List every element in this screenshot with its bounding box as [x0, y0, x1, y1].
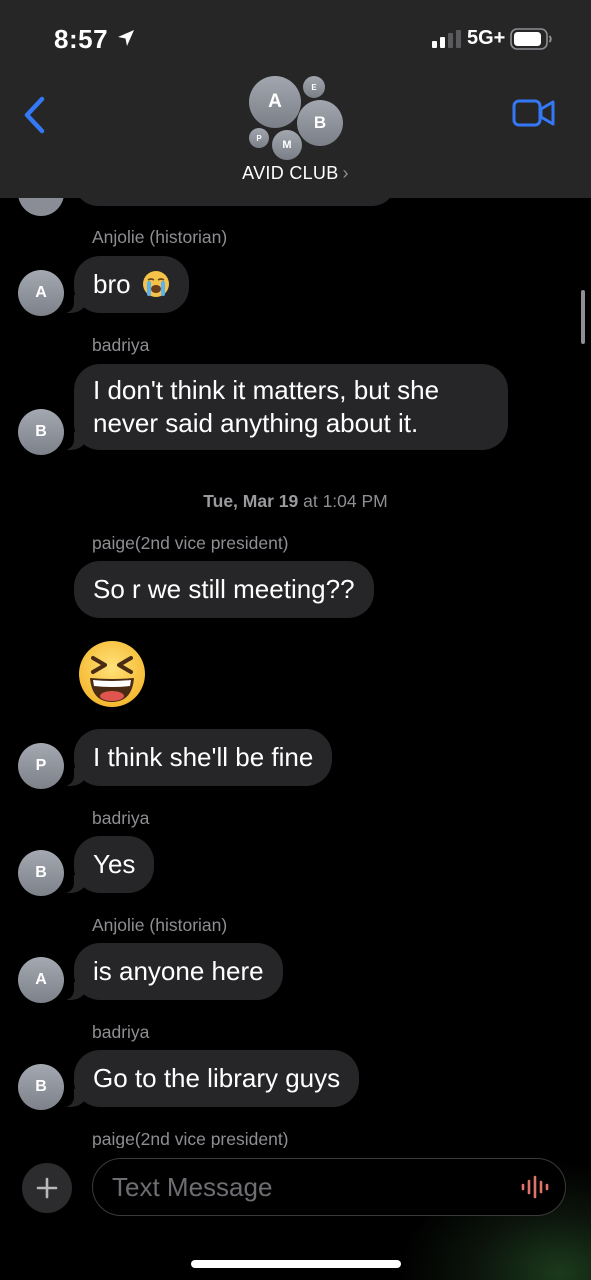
group-avatar-m: M [272, 130, 302, 160]
video-call-icon[interactable] [512, 98, 556, 128]
message-text: Yes [93, 849, 136, 879]
message-bubble[interactable]: So r we still meeting?? [74, 561, 374, 618]
message-thread[interactable]: Anjolie (historian) bro A badriya I don'… [0, 198, 591, 1148]
message-text: So r we still meeting?? [93, 574, 355, 604]
sender-name: badriya [92, 808, 150, 828]
sender-name: badriya [92, 1022, 150, 1042]
network-label: 5G+ [467, 27, 506, 49]
sender-name: badriya [92, 335, 150, 355]
back-chevron-icon[interactable] [20, 95, 48, 135]
group-avatar-cluster[interactable]: A E B P M [240, 70, 352, 164]
plus-icon [36, 1177, 58, 1199]
group-name[interactable]: AVID CLUB › [0, 163, 591, 184]
avatar[interactable]: A [18, 270, 64, 316]
loudly-crying-face-icon [142, 271, 169, 297]
message-composer [0, 1148, 591, 1280]
message-bubble[interactable]: Yes [63, 836, 155, 893]
message-bubble[interactable]: Go to the library guys [63, 1050, 360, 1107]
grinning-squinting-face-icon[interactable] [76, 638, 148, 710]
plus-button[interactable] [22, 1163, 72, 1213]
timestamp-divider: Tue, Mar 19 at 1:04 PM [0, 491, 591, 512]
group-name-text: AVID CLUB [242, 163, 339, 183]
message-bubble-partial[interactable] [74, 198, 396, 206]
message-bubble[interactable]: bro [64, 256, 189, 313]
message-bubble[interactable]: I don't think it matters, but she never … [64, 364, 508, 450]
message-input[interactable] [92, 1158, 566, 1216]
avatar[interactable]: P [18, 743, 64, 789]
sender-name: Anjolie (historian) [92, 227, 228, 247]
location-arrow-icon [118, 30, 134, 46]
battery-icon [510, 28, 552, 50]
avatar[interactable]: A [18, 957, 64, 1003]
sender-name: paige(2nd vice president) [92, 1129, 289, 1148]
home-indicator [191, 1260, 401, 1268]
message-text: is anyone here [93, 956, 264, 986]
group-avatar-a: A [249, 76, 301, 128]
group-avatar-p: P [249, 128, 269, 148]
timestamp-time: at 1:04 PM [303, 491, 388, 511]
message-text: bro [93, 269, 131, 299]
message-text: I think she'll be fine [93, 742, 314, 772]
signal-bars-icon [432, 30, 461, 48]
message-text: Go to the library guys [93, 1063, 341, 1093]
group-avatar-e: E [303, 76, 325, 98]
message-bubble[interactable]: I think she'll be fine [63, 729, 333, 786]
message-text: I don't think it matters, but she never … [93, 375, 440, 438]
audio-waveform-icon[interactable] [520, 1175, 550, 1199]
avatar-partial [18, 198, 64, 216]
chevron-right-icon: › [342, 163, 349, 183]
conversation-header: 8:57 5G+ A E B P M AVID CLUB › [0, 0, 591, 198]
message-bubble[interactable]: is anyone here [64, 943, 283, 1000]
sender-name: paige(2nd vice president) [92, 533, 289, 553]
scrollbar[interactable] [581, 290, 585, 344]
status-time: 8:57 [54, 24, 109, 54]
avatar[interactable]: B [18, 850, 64, 896]
avatar[interactable]: B [18, 1064, 64, 1110]
group-avatar-b: B [297, 100, 343, 146]
sender-name: Anjolie (historian) [92, 915, 228, 935]
timestamp-day: Tue, Mar 19 [203, 491, 299, 511]
avatar[interactable]: B [18, 409, 64, 455]
